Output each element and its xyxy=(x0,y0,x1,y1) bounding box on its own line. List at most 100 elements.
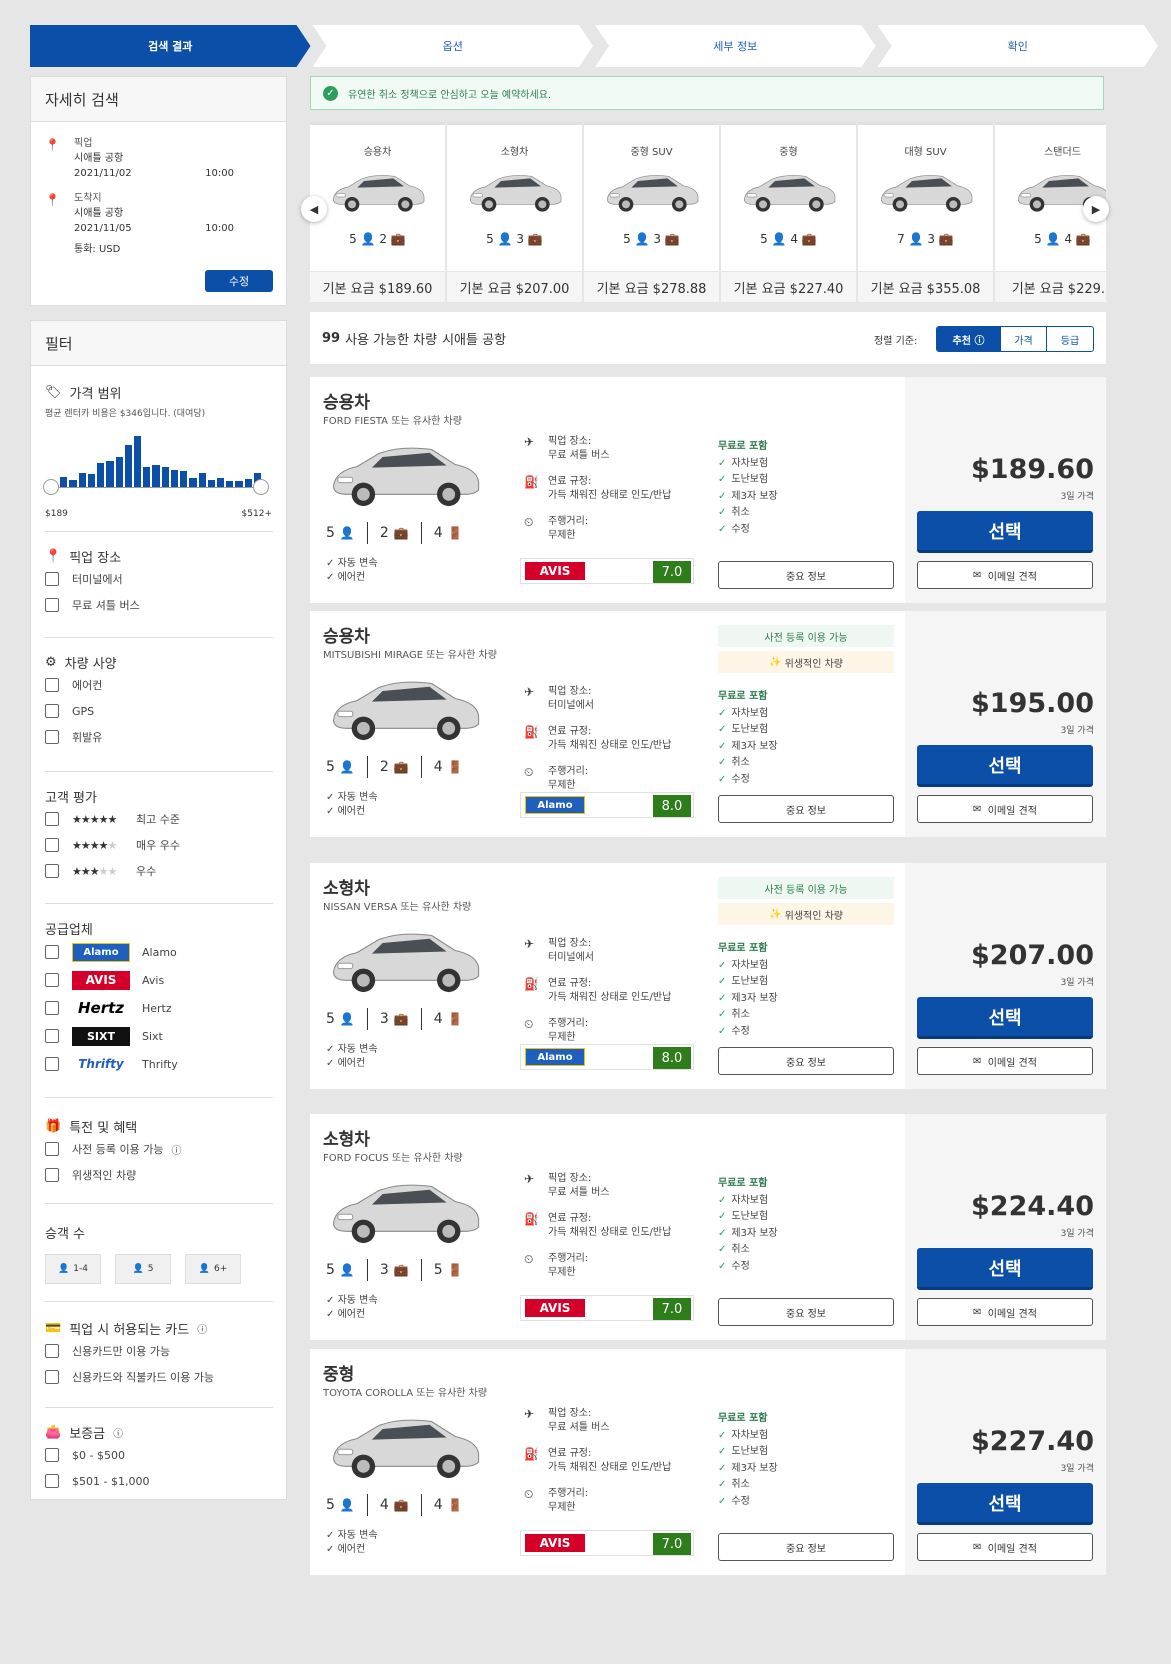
histogram-bar xyxy=(87,474,96,487)
passengers-heading: 승객 수 xyxy=(45,1227,86,1242)
price-slider-track[interactable] xyxy=(51,487,261,488)
person-icon: 👤 xyxy=(58,1264,70,1274)
filter-sanitized[interactable]: 위생적인 차량 xyxy=(45,1162,273,1188)
included-list: 무료로 포함자차보험도난보험제3자 보장취소수정 xyxy=(718,1411,778,1510)
select-button[interactable]: 선택 xyxy=(917,997,1093,1039)
car-image xyxy=(332,1184,480,1244)
filter-gasoline[interactable]: 휘발유 xyxy=(45,724,273,750)
filter-ac[interactable]: 에어컨 xyxy=(45,672,273,698)
checkbox[interactable] xyxy=(45,572,59,586)
checkbox[interactable] xyxy=(45,1029,59,1043)
checkbox[interactable] xyxy=(45,864,59,878)
info-icon[interactable]: ⓘ xyxy=(113,1425,123,1440)
filter-hertz[interactable]: Hertz Hertz xyxy=(45,994,273,1022)
select-button[interactable]: 선택 xyxy=(917,1248,1093,1290)
gift-icon: 🎁 xyxy=(45,1119,62,1134)
sort-recommended[interactable]: 추천 ⓘ xyxy=(937,327,1001,351)
checkbox[interactable] xyxy=(45,945,59,959)
pax-button-6plus[interactable]: 👤 6+ xyxy=(185,1254,241,1284)
carousel-prev-arrow[interactable]: ◀ xyxy=(301,196,327,222)
included-list: 무료로 포함자차보험도난보험제3자 보장취소수정 xyxy=(718,941,778,1040)
histogram-bar xyxy=(244,478,252,487)
pax-button-5[interactable]: 👤 5 xyxy=(115,1254,171,1284)
info-icon: ⓘ xyxy=(974,335,985,347)
checkbox[interactable] xyxy=(45,1448,59,1462)
filter-thrifty[interactable]: Thrifty Thrifty xyxy=(45,1050,273,1078)
filter-gps[interactable]: GPS xyxy=(45,698,273,724)
important-info-button[interactable]: 중요 정보 xyxy=(718,561,894,589)
car-image xyxy=(743,175,835,212)
car-class: 소형차 xyxy=(323,1130,370,1150)
important-info-button[interactable]: 중요 정보 xyxy=(718,1298,894,1326)
select-button[interactable]: 선택 xyxy=(917,511,1093,553)
step-confirm[interactable]: 확인 xyxy=(878,25,1159,67)
step-details[interactable]: 세부 정보 xyxy=(595,25,876,67)
important-info-button[interactable]: 중요 정보 xyxy=(718,795,894,823)
price-slider-min-handle[interactable] xyxy=(43,479,59,495)
category-name: 중형 xyxy=(779,147,798,158)
filter-rating-3[interactable]: ★★★★★ 우수 xyxy=(45,858,273,884)
checkbox[interactable] xyxy=(45,1474,59,1488)
checkbox[interactable] xyxy=(45,838,59,852)
filter-deposit-low[interactable]: $0 - $500 xyxy=(45,1442,273,1468)
pax-button-1-4[interactable]: 👤 1-4 xyxy=(45,1254,101,1284)
pax-label: 1-4 xyxy=(73,1264,88,1274)
carousel-next-arrow[interactable]: ▶ xyxy=(1083,196,1109,222)
filter-rating-5[interactable]: ★★★★★ 최고 수준 xyxy=(45,806,273,832)
email-quote-button[interactable]: ✉ 이메일 견적 xyxy=(917,1047,1093,1075)
email-quote-button[interactable]: ✉ 이메일 견적 xyxy=(917,1533,1093,1561)
edit-search-button[interactable]: 수정 xyxy=(205,270,273,292)
checkbox[interactable] xyxy=(45,1057,59,1071)
sort-class[interactable]: 등급 xyxy=(1047,327,1093,351)
category-tile[interactable]: 중형 SUV 5 👤 3 💼 기본 요금 $278.88 xyxy=(584,122,719,302)
category-tile[interactable]: 대형 SUV 7 👤 3 💼 기본 요금 $355.08 xyxy=(858,122,993,302)
feature-ac: ✓ 에어컨 xyxy=(326,572,366,583)
info-icon[interactable]: ⓘ xyxy=(171,1142,181,1157)
filter-credit-only[interactable]: 신용카드만 이용 가능 xyxy=(45,1338,273,1364)
category-tile[interactable]: 승용차 5 👤 2 💼 기본 요금 $189.60 xyxy=(310,122,445,302)
select-button[interactable]: 선택 xyxy=(917,745,1093,787)
checkbox[interactable] xyxy=(45,598,59,612)
checkbox[interactable] xyxy=(45,1001,59,1015)
checkbox[interactable] xyxy=(45,1344,59,1358)
checkbox[interactable] xyxy=(45,1142,59,1156)
filter-sixt[interactable]: SIXT Sixt xyxy=(45,1022,273,1050)
price-slider-max-handle[interactable] xyxy=(253,479,269,495)
email-quote-button[interactable]: ✉ 이메일 견적 xyxy=(917,561,1093,589)
filter-alamo[interactable]: Alamo Alamo xyxy=(45,938,273,966)
category-tile[interactable]: 중형 5 👤 4 💼 기본 요금 $227.40 xyxy=(721,122,856,302)
checkbox[interactable] xyxy=(45,812,59,826)
category-tile[interactable]: 소형차 5 👤 3 💼 기본 요금 $207.00 xyxy=(447,122,582,302)
checkbox[interactable] xyxy=(45,1370,59,1384)
step-options[interactable]: 옵션 xyxy=(313,25,594,67)
filter-terminal[interactable]: 터미널에서 xyxy=(45,566,273,592)
envelope-icon: ✉ xyxy=(973,803,982,815)
mileage-info: ⏲ 주행거리: 무제한 xyxy=(524,1487,589,1513)
filter-credit-debit[interactable]: 신용카드와 직불카드 이용 가능 xyxy=(45,1364,273,1390)
important-info-button[interactable]: 중요 정보 xyxy=(718,1533,894,1561)
info-icon[interactable]: ⓘ xyxy=(197,1321,207,1336)
checkbox[interactable] xyxy=(45,1168,59,1182)
important-info-button[interactable]: 중요 정보 xyxy=(718,1047,894,1075)
included-item: 취소 xyxy=(718,1007,778,1024)
plane-icon: ✈ xyxy=(524,685,535,699)
filter-deposit-high[interactable]: $501 - $1,000 xyxy=(45,1468,273,1494)
sort-price[interactable]: 가격 xyxy=(1001,327,1047,351)
email-quote-button[interactable]: ✉ 이메일 견적 xyxy=(917,795,1093,823)
step-results[interactable]: 검색 결과 xyxy=(30,25,311,67)
filter-rating-4[interactable]: ★★★★★ 매우 우수 xyxy=(45,832,273,858)
filter-preregister[interactable]: 사전 등록 이용 가능 ⓘ xyxy=(45,1136,273,1162)
vendor-rating: AVIS 7.0 xyxy=(520,1530,694,1556)
price-period: 3일 가격 xyxy=(1060,726,1094,736)
select-button[interactable]: 선택 xyxy=(917,1483,1093,1525)
filter-avis[interactable]: AVIS Avis xyxy=(45,966,273,994)
email-quote-button[interactable]: ✉ 이메일 견적 xyxy=(917,1298,1093,1326)
checkbox[interactable] xyxy=(45,730,59,744)
checkbox[interactable] xyxy=(45,678,59,692)
feature-automatic: ✓ 자동 변속 xyxy=(326,1295,378,1306)
checkbox[interactable] xyxy=(45,704,59,718)
checkbox[interactable] xyxy=(45,973,59,987)
included-item: 제3자 보장 xyxy=(718,1226,777,1243)
filter-shuttle[interactable]: 무료 셔틀 버스 xyxy=(45,592,273,618)
stars-icon: ★★★★★ xyxy=(72,812,117,826)
